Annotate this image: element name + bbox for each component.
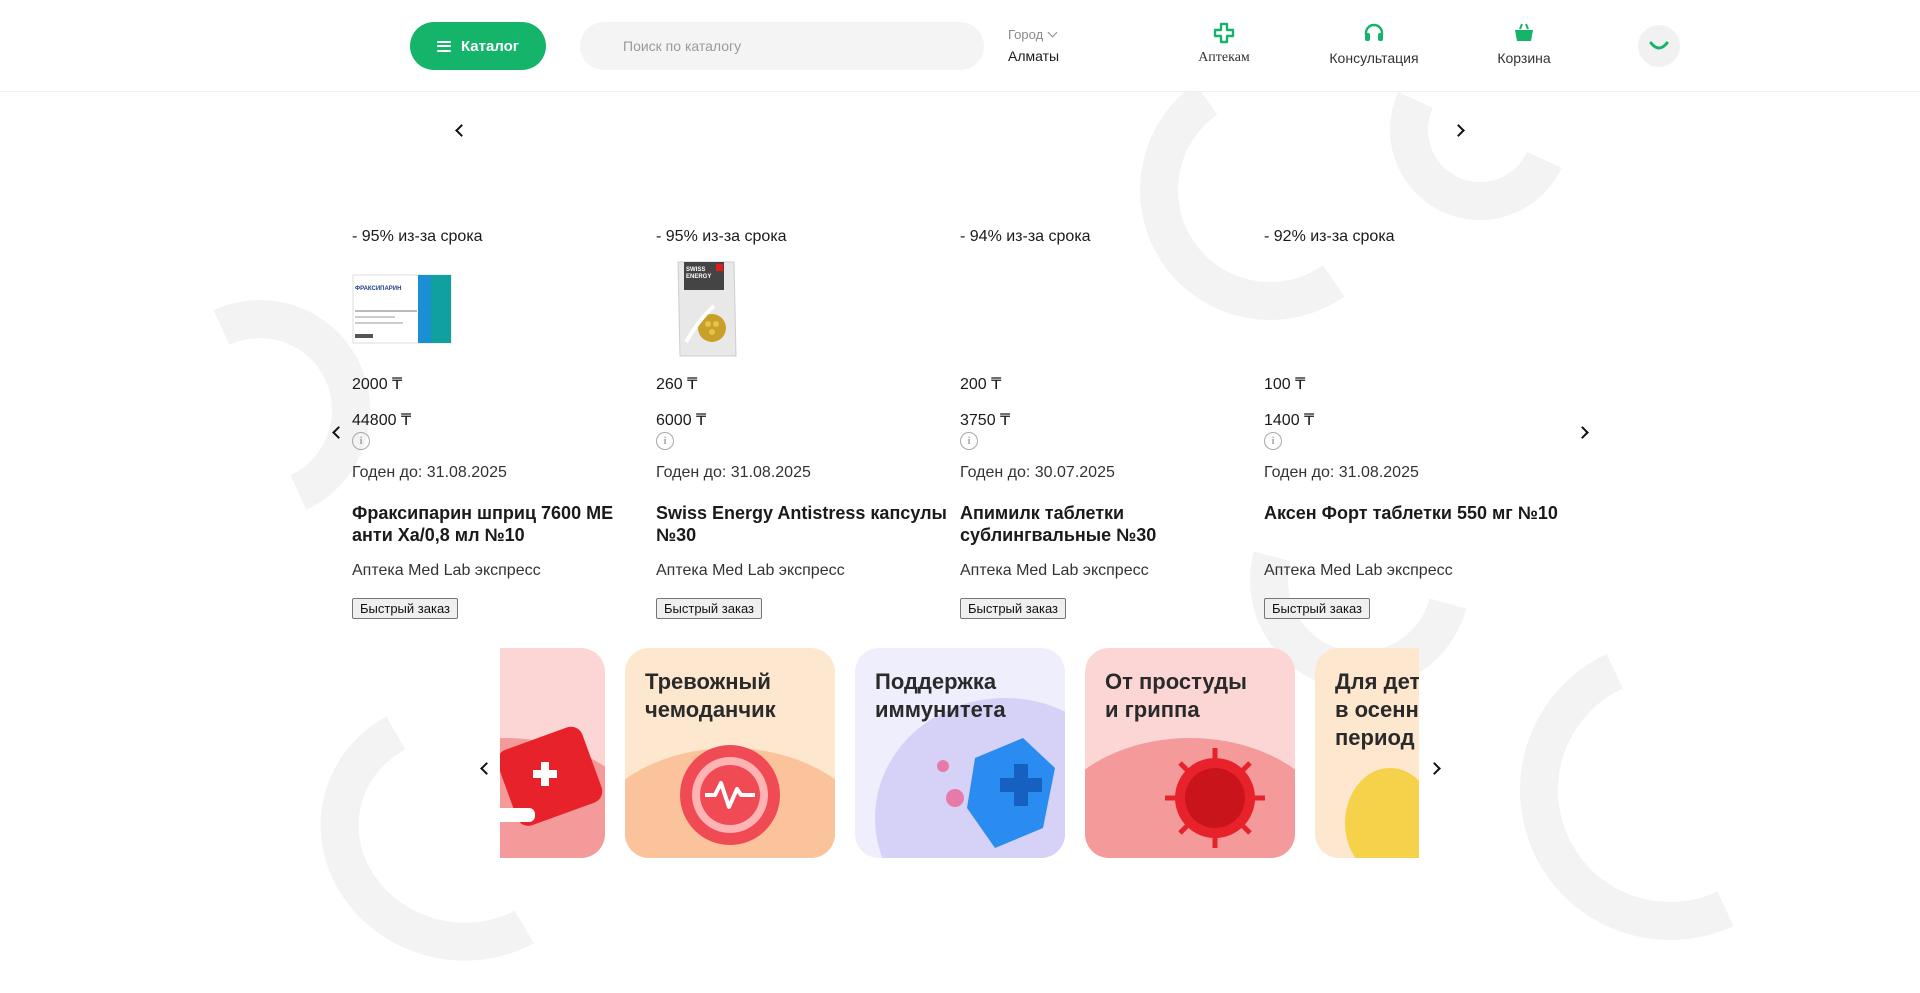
price-new: 2000 ₸ bbox=[352, 376, 403, 393]
product-name[interactable]: Фраксипарин шприц 7600 МЕ анти Ха/0,8 мл… bbox=[352, 502, 656, 546]
quick-order-button[interactable]: Быстрый заказ bbox=[1264, 598, 1370, 619]
smile-icon bbox=[1649, 41, 1669, 50]
price-new: 100 ₸ bbox=[1264, 376, 1306, 393]
burger-icon bbox=[436, 40, 451, 52]
product-card[interactable]: - 92% из-за срока 100 ₸ 1400 ₸ i Годен д… bbox=[1264, 228, 1564, 619]
nav-pharmacies[interactable]: Аптекам bbox=[1196, 22, 1252, 66]
catalog-button[interactable]: Каталог bbox=[410, 22, 546, 70]
product-image[interactable] bbox=[960, 258, 1060, 358]
expiry-date: Годен до: 31.08.2025 bbox=[352, 464, 507, 481]
product-name[interactable]: Апимилк таблетки сублингвальные №30 bbox=[960, 502, 1264, 546]
discount-label: - 92% из-за срока bbox=[1264, 228, 1395, 245]
pharmacy-name: Аптека Med Lab экспресс bbox=[1264, 562, 1453, 579]
stories-next-arrow[interactable] bbox=[1426, 758, 1446, 778]
product-name[interactable]: Аксен Форт таблетки 550 мг №10 bbox=[1264, 502, 1568, 546]
catalog-button-label: Каталог bbox=[460, 37, 520, 55]
quick-order-button[interactable]: Быстрый заказ bbox=[656, 598, 762, 619]
product-card[interactable]: - 95% из-за срока ФРАКСИПАРИН 2000 ₸ 448… bbox=[352, 228, 652, 619]
product-image-text: ФРАКСИПАРИН bbox=[355, 286, 402, 292]
discount-label: - 95% из-за срока bbox=[656, 228, 787, 245]
info-icon[interactable]: i bbox=[656, 432, 674, 450]
expiry-date: Годен до: 31.08.2025 bbox=[656, 464, 811, 481]
story-card-kids-autumn[interactable]: Для дет в осенн период bbox=[1315, 648, 1419, 858]
product-name[interactable]: Swiss Energy Antistress капсулы №30 bbox=[656, 502, 960, 546]
products-next-arrow[interactable] bbox=[1574, 422, 1594, 442]
product-carousel: - 95% из-за срока ФРАКСИПАРИН 2000 ₸ 448… bbox=[352, 228, 1592, 628]
chevron-left-icon bbox=[331, 425, 345, 439]
quick-order-button[interactable]: Быстрый заказ bbox=[960, 598, 1066, 619]
price-new: 260 ₸ bbox=[656, 376, 698, 393]
product-card[interactable]: - 94% из-за срока 200 ₸ 3750 ₸ i Годен д… bbox=[960, 228, 1260, 619]
nav-pharmacies-label: Аптекам bbox=[1198, 50, 1250, 65]
story-card-first-aid[interactable]: р bbox=[500, 648, 605, 858]
story-card-immunity[interactable]: Поддержка иммунитета bbox=[855, 648, 1065, 858]
chevron-down-icon bbox=[1047, 27, 1058, 38]
price-old: 1400 ₸ bbox=[1264, 412, 1315, 429]
headset-icon bbox=[1363, 22, 1385, 44]
avatar[interactable] bbox=[1638, 25, 1680, 67]
info-icon[interactable]: i bbox=[960, 432, 978, 450]
product-image[interactable]: SWISS ENERGY bbox=[656, 258, 756, 358]
discount-label: - 94% из-за срока bbox=[960, 228, 1091, 245]
basket-icon bbox=[1513, 22, 1535, 44]
banner-prev-arrow[interactable] bbox=[449, 120, 469, 140]
story-title: От простуды и гриппа bbox=[1105, 669, 1247, 722]
banner-next-arrow[interactable] bbox=[1450, 120, 1470, 140]
chevron-left-icon bbox=[479, 761, 493, 775]
price-new: 200 ₸ bbox=[960, 376, 1002, 393]
nav-cart-label: Корзина bbox=[1497, 50, 1551, 66]
cross-icon bbox=[1213, 22, 1235, 44]
price-old: 44800 ₸ bbox=[352, 412, 412, 429]
info-icon[interactable]: i bbox=[1264, 432, 1282, 450]
product-image-text: SWISS ENERGY bbox=[686, 267, 712, 280]
search-input[interactable] bbox=[580, 22, 984, 70]
expiry-date: Годен до: 30.07.2025 bbox=[960, 464, 1115, 481]
products-prev-arrow[interactable] bbox=[326, 422, 346, 442]
chevron-right-icon bbox=[1451, 123, 1465, 137]
nav-cart[interactable]: Корзина bbox=[1496, 22, 1552, 66]
pharmacy-name: Аптека Med Lab экспресс bbox=[656, 562, 845, 579]
chevron-right-icon bbox=[1427, 761, 1441, 775]
product-image[interactable] bbox=[1264, 258, 1364, 358]
stories-prev-arrow[interactable] bbox=[474, 758, 494, 778]
product-image[interactable]: ФРАКСИПАРИН bbox=[352, 258, 452, 358]
story-title: Тревожный чемоданчик bbox=[645, 669, 776, 722]
quick-order-button[interactable]: Быстрый заказ bbox=[352, 598, 458, 619]
story-card-cold-flu[interactable]: От простуды и гриппа bbox=[1085, 648, 1295, 858]
city-label: Город bbox=[1008, 27, 1044, 42]
background-decoration bbox=[1477, 597, 1863, 983]
nav-consultation[interactable]: Консультация bbox=[1326, 22, 1422, 66]
pharmacy-name: Аптека Med Lab экспресс bbox=[960, 562, 1149, 579]
city-value: Алматы bbox=[1008, 48, 1060, 64]
chevron-right-icon bbox=[1575, 425, 1589, 439]
pharmacy-name: Аптека Med Lab экспресс bbox=[352, 562, 541, 579]
nav-consultation-label: Консультация bbox=[1329, 50, 1419, 66]
expiry-date: Годен до: 31.08.2025 bbox=[1264, 464, 1419, 481]
info-icon[interactable]: i bbox=[352, 432, 370, 450]
price-old: 3750 ₸ bbox=[960, 412, 1011, 429]
discount-label: - 95% из-за срока bbox=[352, 228, 483, 245]
price-old: 6000 ₸ bbox=[656, 412, 707, 429]
city-selector[interactable]: Город Алматы bbox=[1008, 27, 1059, 64]
story-title: Для дет в осенн период bbox=[1335, 669, 1419, 750]
stories-carousel: р Тревожный чемоданчик Поддержка иммунит… bbox=[500, 648, 1419, 858]
story-card-anxiety-kit[interactable]: Тревожный чемоданчик bbox=[625, 648, 835, 858]
story-title: Поддержка иммунитета bbox=[875, 669, 1006, 722]
product-card[interactable]: - 95% из-за срока SWISS ENERGY 260 ₸ 600… bbox=[656, 228, 956, 619]
chevron-left-icon bbox=[454, 123, 468, 137]
site-header: Каталог Город Алматы Аптекам Консультаци… bbox=[0, 0, 1920, 92]
